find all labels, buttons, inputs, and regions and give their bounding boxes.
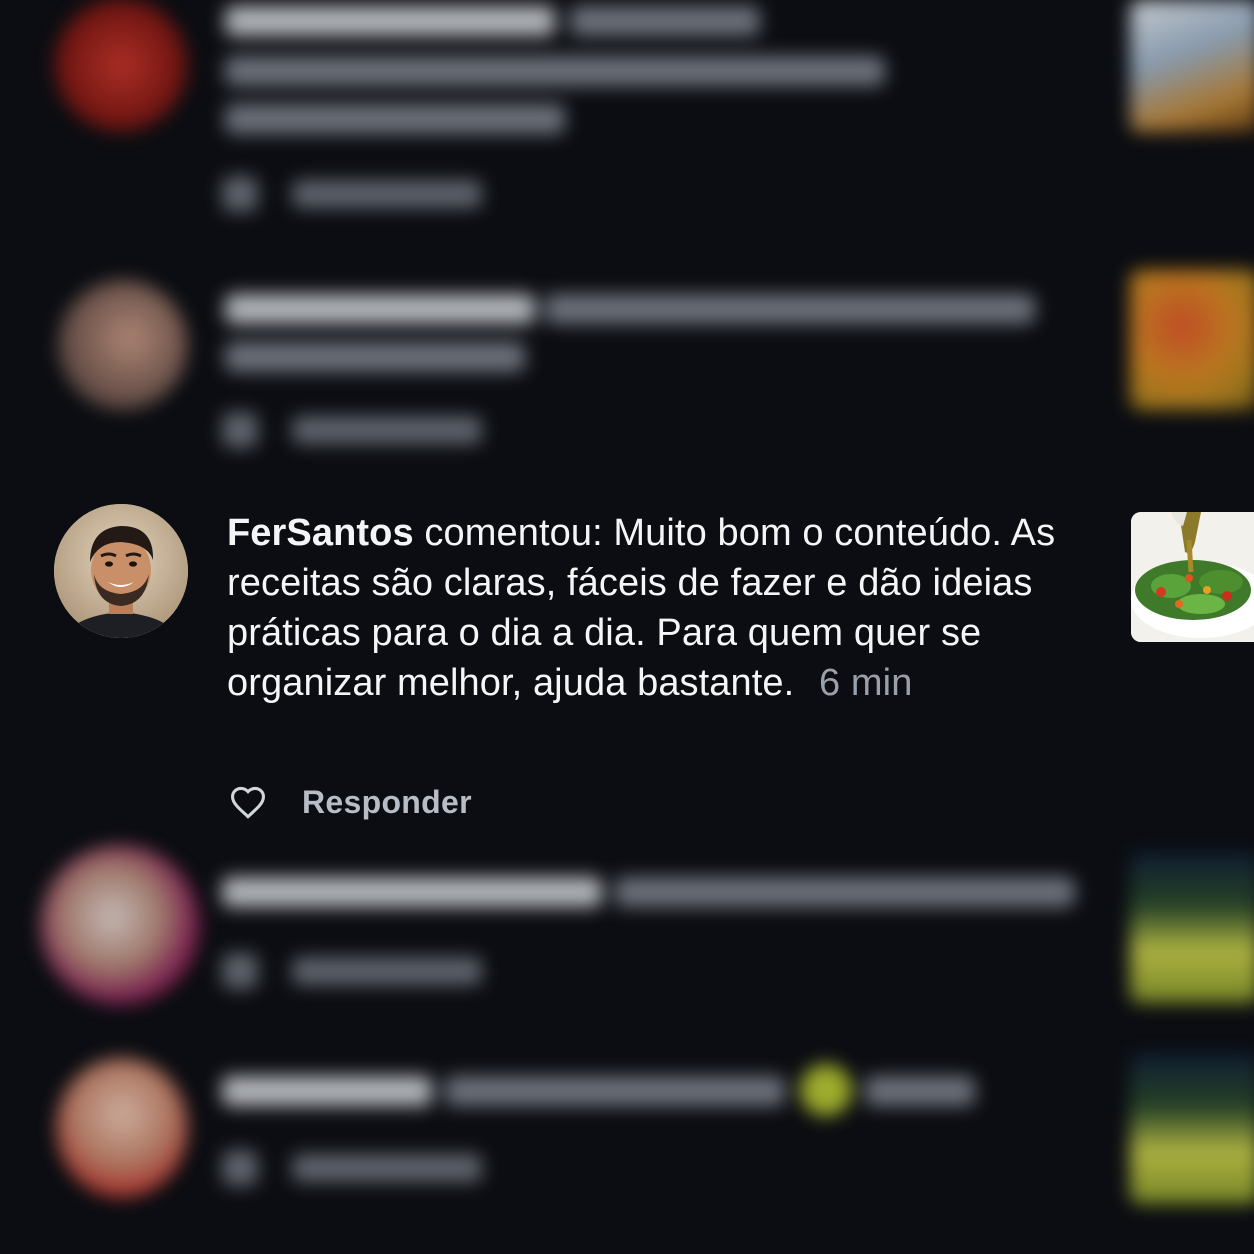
blurred-text <box>222 877 602 907</box>
blurred-text <box>222 1076 432 1106</box>
avatar <box>58 280 188 410</box>
heart-icon <box>222 412 258 448</box>
reply-button <box>292 180 482 208</box>
post-thumbnail <box>1130 1054 1254 1204</box>
reply-button <box>292 1154 482 1182</box>
blurred-text <box>445 1076 785 1106</box>
comment-actions: Responder <box>228 780 472 824</box>
like-button[interactable] <box>228 782 268 822</box>
post-thumbnail[interactable] <box>1131 512 1254 642</box>
post-thumbnail <box>1130 0 1254 132</box>
blurred-comment-row <box>0 845 1254 1025</box>
blurred-text <box>865 1076 975 1106</box>
avatar <box>40 845 200 1005</box>
avatar-photo <box>54 504 188 638</box>
blurred-comment-row <box>0 1050 1254 1254</box>
heart-icon <box>222 953 258 989</box>
blurred-comment-row <box>0 0 1254 240</box>
heart-icon <box>222 176 258 212</box>
heart-icon <box>222 1150 258 1186</box>
blurred-text <box>570 6 760 36</box>
notifications-feed: FerSantos comentou: Muito bom o conteúdo… <box>0 0 1254 1254</box>
blurred-text <box>615 877 1075 907</box>
comment-timestamp: 6 min <box>819 662 913 704</box>
emoji-icon <box>800 1064 852 1116</box>
post-thumbnail <box>1130 270 1254 410</box>
reply-button <box>292 416 482 444</box>
blurred-text <box>225 342 525 372</box>
blurred-text <box>225 6 555 36</box>
reply-button <box>292 957 482 985</box>
avatar <box>56 1058 188 1198</box>
comment-username[interactable]: FerSantos <box>227 512 414 554</box>
reply-button[interactable]: Responder <box>302 784 472 821</box>
blurred-text <box>225 56 885 86</box>
avatar <box>54 0 188 132</box>
comment-item: FerSantos comentou: Muito bom o conteúdo… <box>0 500 1254 840</box>
blurred-text <box>545 294 1035 324</box>
avatar[interactable] <box>54 504 188 638</box>
blurred-comment-row <box>0 270 1254 460</box>
heart-outline-icon <box>230 786 266 819</box>
comment-text: FerSantos comentou: Muito bom o conteúdo… <box>227 508 1067 708</box>
blurred-text <box>225 104 565 134</box>
salad-image <box>1131 512 1254 642</box>
post-thumbnail <box>1130 853 1254 1003</box>
blurred-text <box>225 294 535 324</box>
